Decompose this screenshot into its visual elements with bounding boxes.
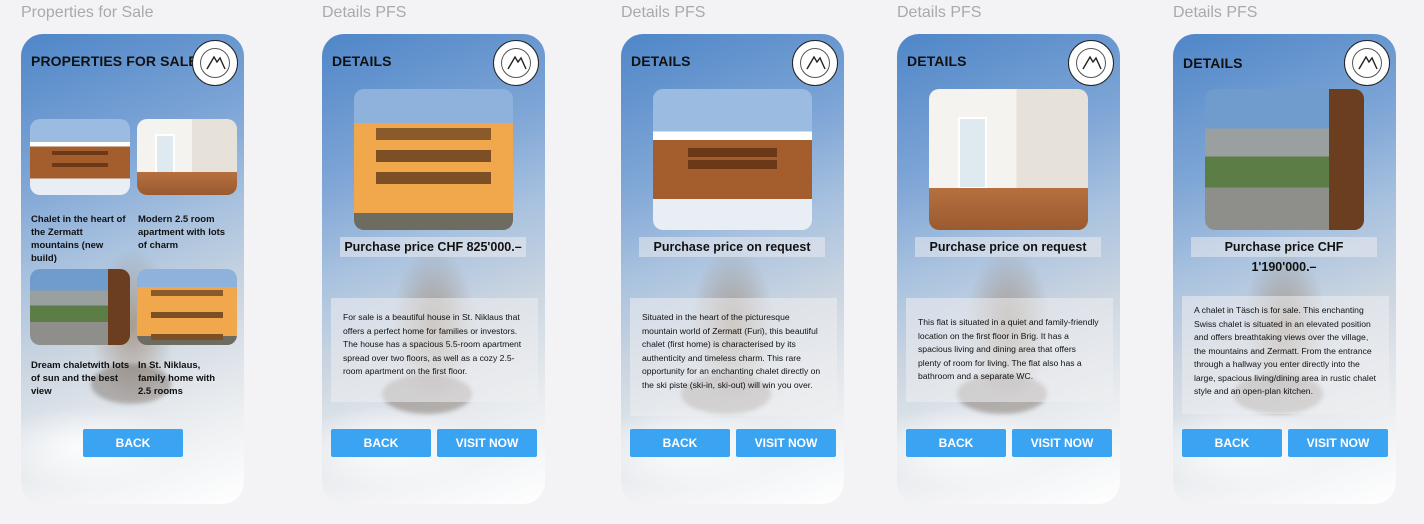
price-label: Purchase price on request [915, 237, 1101, 257]
property-photo [1205, 89, 1364, 230]
details-screen-1: DETAILS Purchase price CHF 825'000.– For… [322, 34, 545, 504]
page-title: DETAILS [631, 53, 691, 69]
property-photo [354, 89, 513, 230]
visit-now-button[interactable]: VISIT NOW [1012, 429, 1112, 457]
property-thumb-2[interactable] [137, 119, 237, 195]
property-caption-2[interactable]: Modern 2.5 room apartment with lots of c… [138, 213, 228, 252]
agency-logo-icon [493, 40, 539, 86]
agency-logo-icon [1068, 40, 1114, 86]
property-photo [929, 89, 1088, 230]
property-thumb-1[interactable] [30, 119, 130, 195]
frame-label-details-4: Details PFS [1173, 4, 1258, 21]
back-button[interactable]: BACK [83, 429, 183, 457]
property-thumb-3[interactable] [30, 269, 130, 345]
price-label: Purchase price CHF 1'190'000.– [1191, 237, 1377, 274]
property-description: This flat is situated in a quiet and fam… [906, 298, 1113, 402]
property-caption-4[interactable]: In St. Niklaus, family home with 2.5 roo… [138, 359, 230, 398]
visit-now-button[interactable]: VISIT NOW [736, 429, 836, 457]
details-screen-2: DETAILS Purchase price on request Situat… [621, 34, 844, 504]
property-thumb-4[interactable] [137, 269, 237, 345]
frame-label-details-2: Details PFS [621, 4, 706, 21]
back-button[interactable]: BACK [630, 429, 730, 457]
property-photo [653, 89, 812, 230]
frame-label-details-3: Details PFS [897, 4, 982, 21]
back-button[interactable]: BACK [1182, 429, 1282, 457]
property-caption-3[interactable]: Dream chaletwith lots of sun and the bes… [31, 359, 131, 398]
back-button[interactable]: BACK [906, 429, 1006, 457]
details-screen-3: DETAILS Purchase price on request This f… [897, 34, 1120, 504]
property-description: A chalet in Täsch is for sale. This ench… [1182, 296, 1389, 414]
property-description: For sale is a beautiful house in St. Nik… [331, 298, 538, 402]
property-caption-1[interactable]: Chalet in the heart of the Zermatt mount… [31, 213, 131, 265]
price-label: Purchase price CHF 825'000.– [340, 237, 526, 257]
page-title: PROPERTIES FOR SALE [31, 53, 198, 69]
visit-now-button[interactable]: VISIT NOW [1288, 429, 1388, 457]
visit-now-button[interactable]: VISIT NOW [437, 429, 537, 457]
property-description: Situated in the heart of the picturesque… [630, 298, 837, 416]
agency-logo-icon [192, 40, 238, 86]
list-screen: PROPERTIES FOR SALE Chalet in the heart … [21, 34, 244, 504]
page-title: DETAILS [907, 53, 967, 69]
page-title: DETAILS [332, 53, 392, 69]
details-screen-4: DETAILS Purchase price CHF 1'190'000.– A… [1173, 34, 1396, 504]
agency-logo-icon [792, 40, 838, 86]
agency-logo-icon [1344, 40, 1390, 86]
page-title: DETAILS [1183, 55, 1243, 71]
frame-label-details-1: Details PFS [322, 4, 407, 21]
back-button[interactable]: BACK [331, 429, 431, 457]
price-label: Purchase price on request [639, 237, 825, 257]
frame-label-list: Properties for Sale [21, 4, 154, 21]
